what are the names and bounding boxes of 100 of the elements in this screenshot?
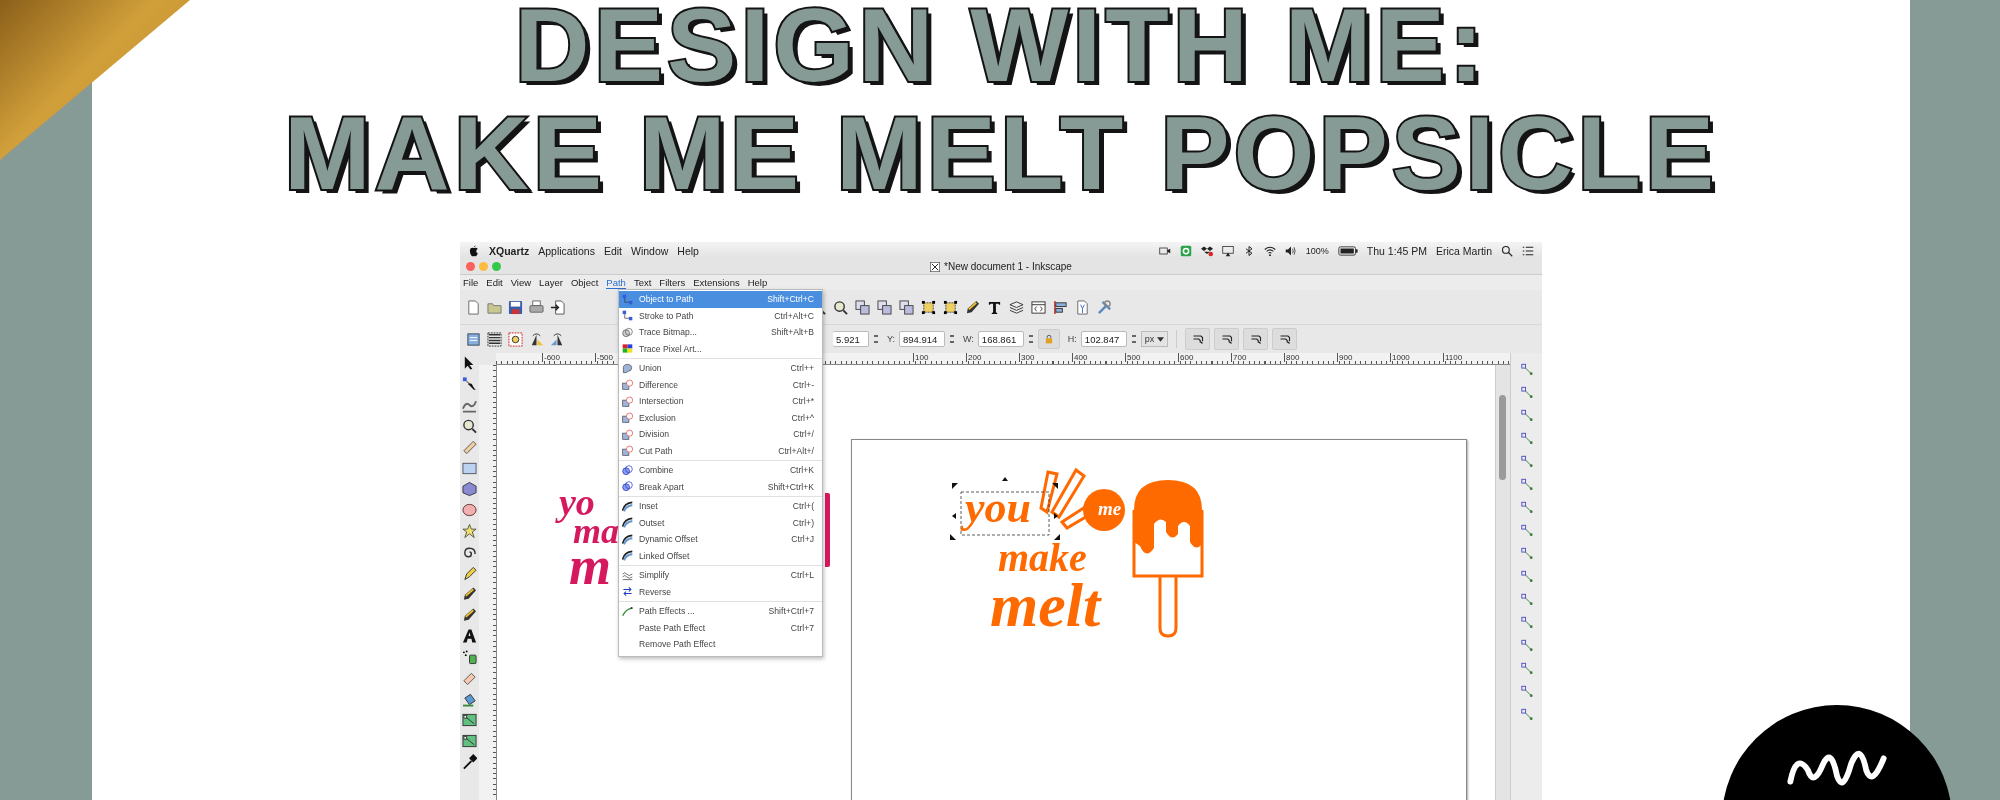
scale-toggle-button[interactable] bbox=[1185, 328, 1211, 350]
menu-item[interactable]: Path bbox=[606, 276, 626, 289]
cube-icon[interactable] bbox=[462, 481, 477, 497]
menu-item[interactable]: Outset Ctrl+) bbox=[619, 514, 822, 531]
snap-icon[interactable] bbox=[1519, 361, 1534, 377]
wifi-icon[interactable] bbox=[1263, 244, 1276, 257]
menu-item[interactable]: File bbox=[463, 277, 479, 288]
zoom-icon[interactable] bbox=[833, 299, 848, 315]
stacked-squares-icon[interactable] bbox=[877, 299, 892, 315]
dropper-icon[interactable] bbox=[462, 754, 477, 770]
apple-icon[interactable] bbox=[468, 244, 480, 257]
resize-handle-icon[interactable] bbox=[1052, 483, 1058, 489]
x-field[interactable]: 5.921 bbox=[833, 331, 869, 347]
scale-toggle-button[interactable] bbox=[1243, 328, 1269, 350]
zoom-icon[interactable] bbox=[462, 418, 477, 434]
menu-item[interactable]: Dynamic Offset Ctrl+J bbox=[619, 531, 822, 548]
menu-item[interactable]: Paste Path Effect Ctrl+7 bbox=[619, 619, 822, 636]
snap-icon[interactable] bbox=[1519, 683, 1534, 699]
snap-icon[interactable] bbox=[1519, 522, 1534, 538]
menu-item[interactable]: Edit bbox=[603, 244, 622, 257]
node-tool-icon[interactable] bbox=[462, 376, 477, 392]
snap-icon[interactable] bbox=[1519, 499, 1534, 515]
rotate-icon[interactable] bbox=[529, 331, 544, 347]
user-name[interactable]: Erica Martin bbox=[1436, 244, 1492, 257]
menu-item[interactable]: Reverse bbox=[619, 583, 822, 600]
pen-icon[interactable] bbox=[965, 299, 980, 315]
menu-item[interactable]: Combine Ctrl+K bbox=[619, 462, 822, 479]
snap-icon[interactable] bbox=[1519, 384, 1534, 400]
spin-arrows-icon[interactable] bbox=[1027, 332, 1034, 346]
number-field[interactable]: 102.847 bbox=[1080, 331, 1127, 347]
menu-item[interactable]: Difference Ctrl+- bbox=[619, 376, 822, 393]
menu-item[interactable]: Exclusion Ctrl+^ bbox=[619, 409, 822, 426]
selection-handles-icon[interactable] bbox=[943, 299, 958, 315]
menu-item[interactable]: Help bbox=[747, 277, 768, 288]
snap-icon[interactable] bbox=[1519, 660, 1534, 676]
spin-arrows-icon[interactable] bbox=[1130, 332, 1137, 346]
text-tool-icon[interactable] bbox=[987, 299, 1002, 315]
layers-icon[interactable] bbox=[1009, 299, 1024, 315]
select-layers-icon[interactable] bbox=[487, 331, 502, 347]
menu-item[interactable]: Layer bbox=[539, 277, 563, 288]
menu-item[interactable]: Object bbox=[570, 277, 599, 288]
print-icon[interactable] bbox=[529, 299, 544, 315]
menu-item[interactable]: Break Apart Shift+Ctrl+K bbox=[619, 478, 822, 495]
menu-item[interactable]: Division Ctrl+/ bbox=[619, 426, 822, 443]
scale-toggle-button[interactable] bbox=[1272, 328, 1298, 350]
snap-icon[interactable] bbox=[1519, 545, 1534, 561]
menu-item[interactable]: Union Ctrl++ bbox=[619, 360, 822, 377]
resize-handle-icon[interactable] bbox=[950, 534, 956, 540]
battery-icon[interactable] bbox=[1337, 245, 1358, 256]
number-field[interactable]: 168.861 bbox=[977, 331, 1024, 347]
menu-item[interactable]: Cut Path Ctrl+Alt+/ bbox=[619, 442, 822, 459]
calligraphy-icon[interactable] bbox=[462, 607, 477, 623]
menu-item[interactable]: Extensions bbox=[693, 277, 740, 288]
menu-item[interactable]: View bbox=[510, 277, 532, 288]
import-icon[interactable] bbox=[550, 299, 565, 315]
snap-icon[interactable] bbox=[1519, 476, 1534, 492]
snap-icon[interactable] bbox=[1519, 453, 1534, 469]
scale-toggle-button[interactable] bbox=[1214, 328, 1240, 350]
pen-icon[interactable] bbox=[462, 586, 477, 602]
volume-icon[interactable] bbox=[1284, 244, 1297, 257]
app-status-icon[interactable] bbox=[1179, 244, 1192, 257]
stacked-squares-icon[interactable] bbox=[855, 299, 870, 315]
deselect-icon[interactable] bbox=[508, 331, 523, 347]
menu-item[interactable]: Applications bbox=[538, 244, 595, 257]
star-icon[interactable] bbox=[462, 523, 477, 539]
menu-item[interactable]: Edit bbox=[486, 277, 503, 288]
resize-handle-icon[interactable] bbox=[1054, 513, 1058, 519]
scrollbar[interactable] bbox=[1495, 365, 1510, 800]
snap-icon[interactable] bbox=[1519, 706, 1534, 722]
menu-icon[interactable] bbox=[1522, 244, 1534, 257]
menu-item[interactable]: Trace Bitmap... Shift+Alt+B bbox=[619, 324, 822, 341]
menu-item[interactable]: Text bbox=[633, 277, 652, 288]
menu-item[interactable]: Trace Pixel Art... bbox=[619, 340, 822, 357]
document-icon[interactable] bbox=[1075, 299, 1090, 315]
spray-icon[interactable] bbox=[462, 649, 477, 665]
mesh-icon[interactable] bbox=[462, 733, 477, 749]
settings-icon[interactable] bbox=[1097, 299, 1112, 315]
search-icon[interactable] bbox=[1501, 244, 1513, 257]
paint-bucket-icon[interactable] bbox=[462, 691, 477, 707]
snap-icon[interactable] bbox=[1519, 591, 1534, 607]
menu-item[interactable]: Path Effects ... Shift+Ctrl+7 bbox=[619, 603, 822, 620]
menu-item[interactable]: Filters bbox=[659, 277, 686, 288]
snap-icon[interactable] bbox=[1519, 430, 1534, 446]
selection-handles-icon[interactable] bbox=[921, 299, 936, 315]
pencil-icon[interactable] bbox=[462, 565, 477, 581]
eraser-icon[interactable] bbox=[462, 670, 477, 686]
text-tool-icon[interactable] bbox=[462, 628, 477, 644]
resize-handle-icon[interactable] bbox=[952, 513, 956, 519]
menu-item[interactable]: Remove Path Effect bbox=[619, 636, 822, 653]
ruler-icon[interactable] bbox=[462, 439, 477, 455]
resize-handle-icon[interactable] bbox=[1002, 477, 1008, 481]
menu-item[interactable]: Help bbox=[677, 244, 699, 257]
camera-icon[interactable] bbox=[1158, 244, 1171, 257]
rectangle-icon[interactable] bbox=[462, 460, 477, 476]
unit-dropdown[interactable]: px bbox=[1140, 331, 1169, 347]
menu-item[interactable]: Intersection Ctrl+* bbox=[619, 393, 822, 410]
menu-item[interactable]: Stroke to Path Ctrl+Alt+C bbox=[619, 307, 822, 324]
ellipse-icon[interactable] bbox=[462, 502, 477, 518]
resize-handle-icon[interactable] bbox=[1054, 534, 1060, 540]
screen-icon[interactable] bbox=[1221, 244, 1234, 257]
